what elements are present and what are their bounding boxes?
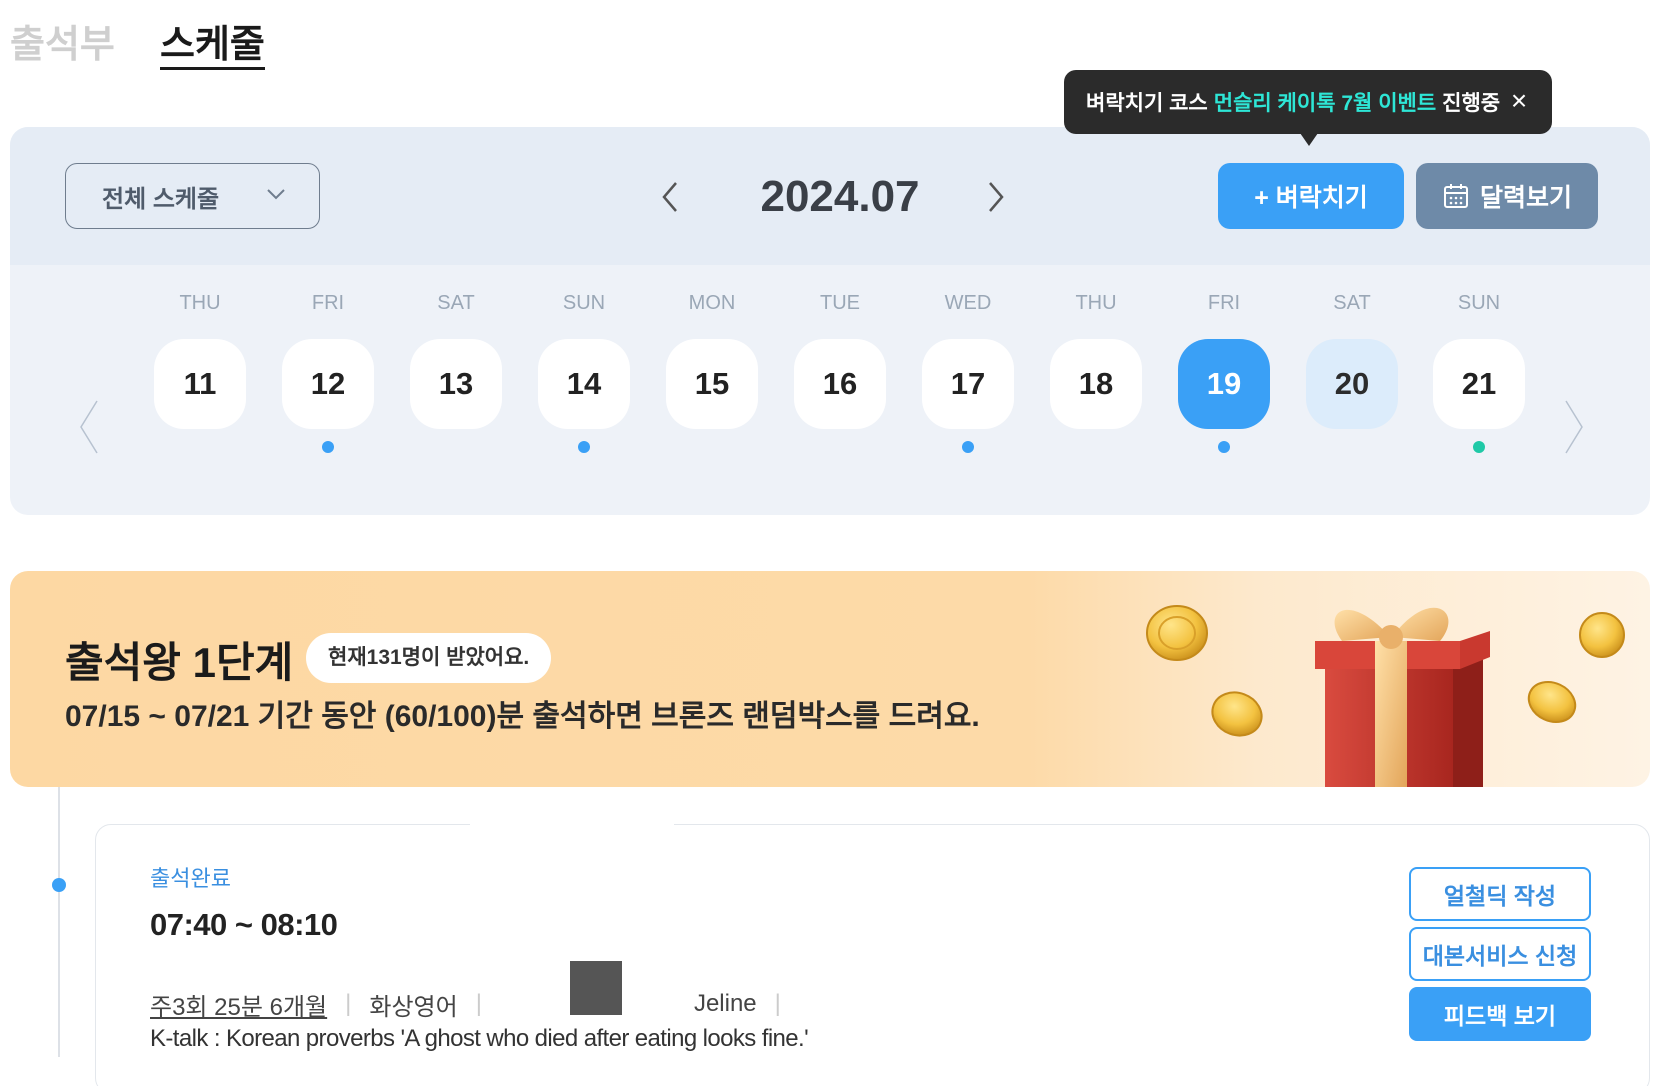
prev-week-button[interactable] (77, 397, 101, 457)
calendar-view-button[interactable]: 달력보기 (1416, 163, 1598, 229)
date-tile[interactable]: 15 (666, 339, 758, 429)
day-item[interactable]: WED 17 (920, 287, 1016, 453)
day-of-week: THU (179, 292, 221, 314)
day-item[interactable]: THU 11 (152, 287, 248, 453)
schedule-dot (322, 441, 334, 453)
day-of-week: THU (1075, 292, 1117, 314)
day-item[interactable]: FRI 12 (280, 287, 376, 453)
add-cram-button[interactable]: + 벼락치기 (1218, 163, 1404, 229)
day-of-week: SAT (437, 292, 475, 314)
calendar-icon (1443, 184, 1468, 208)
week-strip: THU 11 FRI 12 SAT 13 SUN 14 MON 15 TUE 1… (10, 287, 1650, 507)
banner-description: 07/15 ~ 07/21 기간 동안 (60/100)분 출석하면 브론즈 랜… (65, 700, 980, 733)
view-feedback-button[interactable]: 피드백 보기 (1409, 987, 1591, 1041)
day-of-week: TUE (820, 292, 860, 314)
lesson-time: 07:40 ~ 08:10 (150, 907, 338, 942)
chevron-down-icon (267, 189, 285, 200)
lesson-card: 출석완료 07:40 ~ 08:10 주3회 25분 6개월 | 화상영어 | … (95, 824, 1650, 1086)
schedule-dot (1473, 441, 1485, 453)
day-of-week: WED (944, 292, 992, 314)
timeline-dot (52, 878, 66, 892)
date-tile[interactable]: 16 (794, 339, 886, 429)
date-tile[interactable]: 17 (922, 339, 1014, 429)
date-tile[interactable]: 18 (1050, 339, 1142, 429)
event-tooltip: 벼락치기 코스 먼슬리 케이톡 7월 이벤트 진행중 × (1064, 70, 1552, 146)
current-month: 2024.07 (760, 172, 920, 221)
schedule-dot (706, 441, 718, 453)
calendar-view-label: 달력보기 (1479, 184, 1572, 212)
schedule-dot (962, 441, 974, 453)
schedule-dot (1346, 441, 1358, 453)
next-month-button[interactable] (982, 179, 1010, 215)
timeline-line (58, 787, 60, 1057)
card-top-gap (470, 818, 674, 830)
day-of-week: SAT (1333, 292, 1371, 314)
banner-badge: 현재131명이 받았어요. (306, 633, 552, 683)
day-item[interactable]: SUN 21 (1431, 287, 1527, 453)
day-of-week: MON (688, 292, 736, 314)
attendance-status: 출석완료 (150, 866, 231, 891)
date-tile-today[interactable]: 20 (1306, 339, 1398, 429)
divider: | (345, 990, 352, 1017)
schedule-page: 출석부 스케줄 전체 스케줄 2024.07 + 벼락치기 달력보기 THU 1… (0, 0, 1674, 1086)
divider: | (475, 990, 482, 1017)
prev-month-button[interactable] (656, 179, 684, 215)
tooltip-highlight: 먼슬리 케이톡 7월 이벤트 (1213, 92, 1437, 115)
day-item[interactable]: THU 18 (1048, 287, 1144, 453)
schedule-filter-label: 전체 스케줄 (102, 185, 220, 213)
day-of-week: SUN (562, 292, 606, 314)
date-tile[interactable]: 21 (1433, 339, 1525, 429)
schedule-dot (194, 441, 206, 453)
schedule-dot (834, 441, 846, 453)
date-tile[interactable]: 11 (154, 339, 246, 429)
schedule-dot (1090, 441, 1102, 453)
schedule-dot (450, 441, 462, 453)
lesson-topic: K-talk : Korean proverbs 'A ghost who di… (150, 1025, 809, 1052)
date-tile[interactable]: 12 (282, 339, 374, 429)
schedule-header: 전체 스케줄 2024.07 + 벼락치기 달력보기 (10, 127, 1650, 265)
date-tile[interactable]: 13 (410, 339, 502, 429)
schedule-panel: 전체 스케줄 2024.07 + 벼락치기 달력보기 THU 11 FRI 12… (10, 127, 1650, 515)
day-item-today[interactable]: SAT 20 (1304, 287, 1400, 453)
tooltip-text: 벼락치기 코스 (1086, 92, 1208, 115)
tooltip-text: 진행중 (1442, 92, 1501, 115)
day-of-week: FRI (1207, 292, 1241, 314)
tab-attendance[interactable]: 출석부 (10, 18, 115, 72)
lesson-course: 화상영어 (369, 993, 458, 1021)
day-item-selected[interactable]: FRI 19 (1176, 287, 1272, 453)
banner-title: 출석왕 1단계 (65, 639, 294, 686)
divider: | (774, 990, 781, 1017)
day-item[interactable]: SUN 14 (536, 287, 632, 453)
attendance-event-banner[interactable]: 출석왕 1단계 현재131명이 받았어요. 07/15 ~ 07/21 기간 동… (10, 571, 1650, 787)
schedule-filter-dropdown[interactable]: 전체 스케줄 (65, 163, 320, 229)
gift-box-illustration (1146, 605, 1625, 787)
tutor-avatar (569, 961, 622, 1015)
write-diary-button[interactable]: 얼철딕 작성 (1409, 867, 1591, 921)
day-of-week: SUN (1457, 292, 1501, 314)
date-tile-selected[interactable]: 19 (1178, 339, 1270, 429)
day-item[interactable]: SAT 13 (408, 287, 504, 453)
day-item[interactable]: MON 15 (664, 287, 760, 453)
tutor-name: Jeline (693, 990, 757, 1017)
close-icon[interactable]: × (1506, 87, 1532, 115)
schedule-dot (578, 441, 590, 453)
date-tile[interactable]: 14 (538, 339, 630, 429)
day-of-week: FRI (311, 292, 345, 314)
tab-schedule[interactable]: 스케줄 (160, 18, 265, 72)
day-item[interactable]: TUE 16 (792, 287, 888, 453)
next-week-button[interactable] (1562, 397, 1586, 457)
schedule-dot (1218, 441, 1230, 453)
script-service-button[interactable]: 대본서비스 신청 (1409, 927, 1591, 981)
lesson-plan-link[interactable]: 주3회 25분 6개월 (150, 987, 327, 1022)
lesson-meta: 주3회 25분 6개월 | 화상영어 | Jeline | (150, 961, 799, 1031)
